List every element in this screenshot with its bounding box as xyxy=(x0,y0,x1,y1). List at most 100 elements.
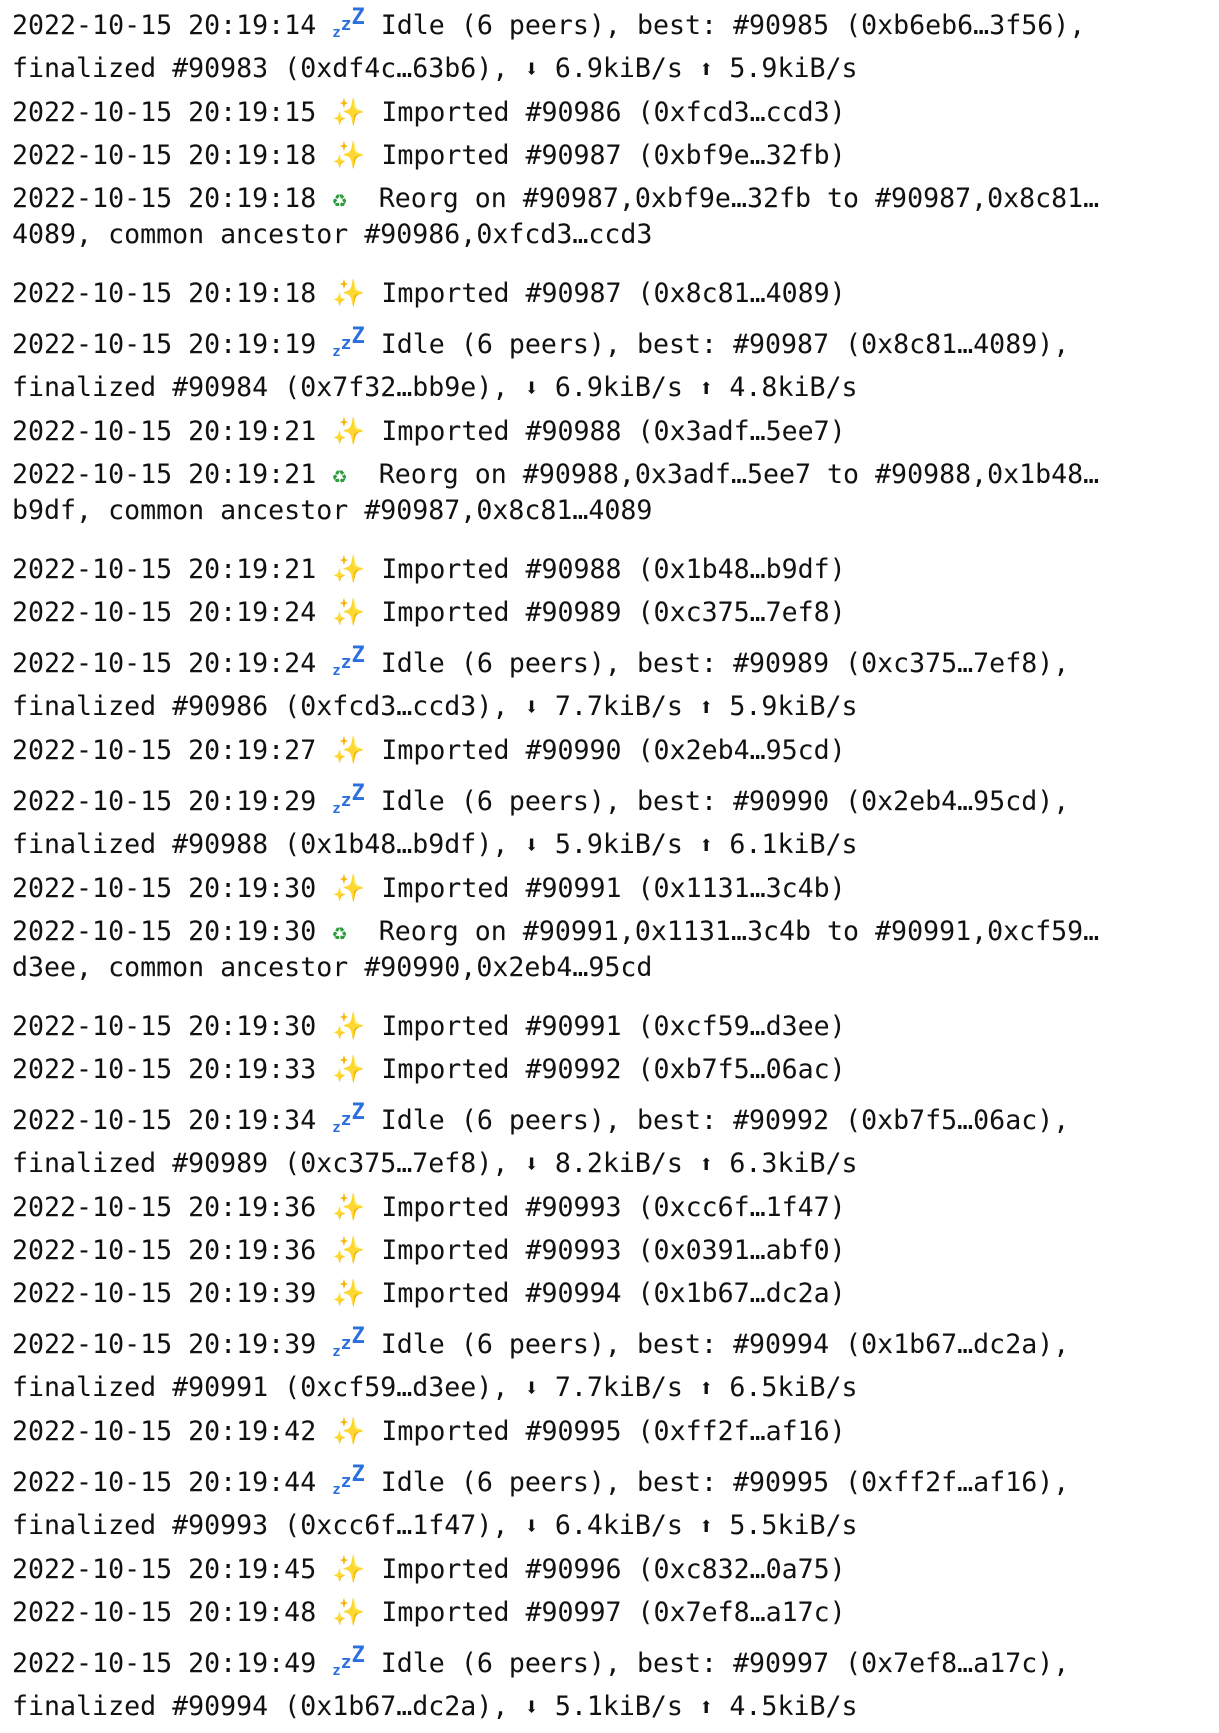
log-message: Reorg on #90991,0x1131…3c4b to #90991,0x… xyxy=(346,916,1100,947)
log-message: Imported #90991 (0x1131…3c4b) xyxy=(365,873,846,904)
log-entry: 2022-10-15 20:19:14 zzZ Idle (6 peers), … xyxy=(12,0,1212,95)
log-message: Imported #90996 (0xc832…0a75) xyxy=(365,1554,846,1585)
log-message-continued: 4089, common ancestor #90986,0xfcd3…ccd3 xyxy=(12,219,653,250)
log-entry: 2022-10-15 20:19:30 ✨ Imported #90991 (0… xyxy=(12,1009,1212,1052)
log-timestamp: 2022-10-15 20:19:39 xyxy=(12,1329,317,1360)
download-rate: 5.9kiB/s xyxy=(554,829,683,860)
up-arrow-icon: ⬆ xyxy=(698,831,714,859)
log-message-continued: finalized #90989 (0xc375…7ef8), xyxy=(12,1148,525,1179)
log-message-continued: finalized #90993 (0xcc6f…1f47), xyxy=(12,1510,525,1541)
upload-rate: 6.5kiB/s xyxy=(729,1372,858,1403)
log-timestamp: 2022-10-15 20:19:36 xyxy=(12,1192,317,1223)
download-rate: 7.7kiB/s xyxy=(554,691,683,722)
log-timestamp: 2022-10-15 20:19:30 xyxy=(12,916,317,947)
sleeping-zzz-icon: zzZ xyxy=(332,1100,365,1136)
download-rate: 7.7kiB/s xyxy=(554,1372,683,1403)
down-arrow-icon: ⬇ xyxy=(524,831,539,859)
log-message: Idle (6 peers), best: #90997 (0x7ef8…a17… xyxy=(364,1648,1070,1679)
log-message: Idle (6 peers), best: #90995 (0xff2f…af1… xyxy=(364,1467,1070,1498)
log-message: Imported #90987 (0xbf9e…32fb) xyxy=(365,140,846,171)
download-rate: 8.2kiB/s xyxy=(554,1148,683,1179)
sparkles-icon: ✨ xyxy=(332,873,366,904)
log-message: Imported #90988 (0x1b48…b9df) xyxy=(365,554,846,585)
log-timestamp: 2022-10-15 20:19:49 xyxy=(12,1648,317,1679)
log-message: Imported #90994 (0x1b67…dc2a) xyxy=(365,1278,846,1309)
down-arrow-icon: ⬇ xyxy=(524,1150,539,1178)
log-message: Idle (6 peers), best: #90985 (0xb6eb6…3f… xyxy=(364,10,1086,41)
down-arrow-icon: ⬇ xyxy=(524,1693,539,1721)
log-message: Idle (6 peers), best: #90990 (0x2eb4…95c… xyxy=(364,786,1070,817)
up-arrow-icon: ⬆ xyxy=(698,374,714,402)
log-timestamp: 2022-10-15 20:19:48 xyxy=(12,1597,317,1628)
upload-rate: 6.1kiB/s xyxy=(729,829,858,860)
download-rate: 6.9kiB/s xyxy=(554,53,683,84)
down-arrow-icon: ⬇ xyxy=(524,55,539,83)
log-message: Idle (6 peers), best: #90992 (0xb7f5…06a… xyxy=(364,1105,1070,1136)
log-entry: 2022-10-15 20:19:44 zzZ Idle (6 peers), … xyxy=(12,1457,1212,1552)
log-entry: 2022-10-15 20:19:21 ✨ Imported #90988 (0… xyxy=(12,414,1212,457)
log-message: Idle (6 peers), best: #90994 (0x1b67…dc2… xyxy=(364,1329,1070,1360)
log-message: Reorg on #90987,0xbf9e…32fb to #90987,0x… xyxy=(346,183,1100,214)
download-rate: 6.9kiB/s xyxy=(554,372,683,403)
sparkles-icon: ✨ xyxy=(332,1054,366,1085)
sleeping-zzz-icon: zzZ xyxy=(332,643,365,679)
log-message: Imported #90991 (0xcf59…d3ee) xyxy=(365,1011,846,1042)
log-timestamp: 2022-10-15 20:19:42 xyxy=(12,1416,317,1447)
sleeping-zzz-icon: zzZ xyxy=(332,781,365,817)
log-entry: 2022-10-15 20:19:18 ✨ Imported #90987 (0… xyxy=(12,138,1212,181)
up-arrow-icon: ⬆ xyxy=(698,1693,714,1721)
upload-rate: 6.3kiB/s xyxy=(729,1148,858,1179)
log-entry: 2022-10-15 20:19:48 ✨ Imported #90997 (0… xyxy=(12,1595,1212,1638)
sleeping-zzz-icon: zzZ xyxy=(332,5,365,41)
log-message: Idle (6 peers), best: #90987 (0x8c81…408… xyxy=(364,329,1070,360)
log-message-continued: finalized #90991 (0xcf59…d3ee), xyxy=(12,1372,525,1403)
upload-rate: 5.5kiB/s xyxy=(729,1510,858,1541)
log-message-continued: d3ee, common ancestor #90990,0x2eb4…95cd xyxy=(12,952,653,983)
upload-rate: 5.9kiB/s xyxy=(729,691,858,722)
log-message: Imported #90988 (0x3adf…5ee7) xyxy=(365,416,846,447)
up-arrow-icon: ⬆ xyxy=(698,693,714,721)
log-timestamp: 2022-10-15 20:19:14 xyxy=(12,10,317,41)
log-entry: 2022-10-15 20:19:39 zzZ Idle (6 peers), … xyxy=(12,1319,1212,1414)
sparkles-icon: ✨ xyxy=(332,735,366,766)
log-timestamp: 2022-10-15 20:19:18 xyxy=(12,278,317,309)
sleeping-zzz-icon: zzZ xyxy=(332,1643,365,1679)
log-timestamp: 2022-10-15 20:19:44 xyxy=(12,1467,317,1498)
log-message-continued: finalized #90986 (0xfcd3…ccd3), xyxy=(12,691,525,722)
log-message: Imported #90993 (0x0391…abf0) xyxy=(365,1235,846,1266)
recycle-icon: ♻ xyxy=(332,918,347,946)
sparkles-icon: ✨ xyxy=(332,140,366,171)
sparkles-icon: ✨ xyxy=(332,1416,366,1447)
log-message-continued: finalized #90983 (0xdf4c…63b6), xyxy=(12,53,525,84)
sparkles-icon: ✨ xyxy=(332,554,366,585)
log-message: Imported #90990 (0x2eb4…95cd) xyxy=(365,735,846,766)
log-timestamp: 2022-10-15 20:19:30 xyxy=(12,873,317,904)
down-arrow-icon: ⬇ xyxy=(524,1512,539,1540)
log-timestamp: 2022-10-15 20:19:36 xyxy=(12,1235,317,1266)
sparkles-icon: ✨ xyxy=(332,1011,366,1042)
log-message: Reorg on #90988,0x3adf…5ee7 to #90988,0x… xyxy=(346,459,1100,490)
log-entry: 2022-10-15 20:19:24 ✨ Imported #90989 (0… xyxy=(12,595,1212,638)
log-entry: 2022-10-15 20:19:19 zzZ Idle (6 peers), … xyxy=(12,319,1212,414)
log-timestamp: 2022-10-15 20:19:18 xyxy=(12,183,317,214)
log-entry: 2022-10-15 20:19:36 ✨ Imported #90993 (0… xyxy=(12,1190,1212,1233)
log-entry: 2022-10-15 20:19:34 zzZ Idle (6 peers), … xyxy=(12,1095,1212,1190)
sleeping-zzz-icon: zzZ xyxy=(332,1462,365,1498)
up-arrow-icon: ⬆ xyxy=(698,1374,714,1402)
sparkles-icon: ✨ xyxy=(332,597,366,628)
log-message: Imported #90986 (0xfcd3…ccd3) xyxy=(365,97,846,128)
up-arrow-icon: ⬆ xyxy=(698,1512,714,1540)
sparkles-icon: ✨ xyxy=(332,1278,366,1309)
recycle-icon: ♻ xyxy=(332,461,347,489)
log-timestamp: 2022-10-15 20:19:21 xyxy=(12,459,317,490)
log-message: Imported #90997 (0x7ef8…a17c) xyxy=(365,1597,846,1628)
log-timestamp: 2022-10-15 20:19:29 xyxy=(12,786,317,817)
down-arrow-icon: ⬇ xyxy=(524,1374,539,1402)
down-arrow-icon: ⬇ xyxy=(524,374,539,402)
download-rate: 6.4kiB/s xyxy=(554,1510,683,1541)
log-timestamp: 2022-10-15 20:19:24 xyxy=(12,648,317,679)
log-timestamp: 2022-10-15 20:19:39 xyxy=(12,1278,317,1309)
sparkles-icon: ✨ xyxy=(332,416,366,447)
log-entry: 2022-10-15 20:19:15 ✨ Imported #90986 (0… xyxy=(12,95,1212,138)
log-message: Imported #90989 (0xc375…7ef8) xyxy=(365,597,846,628)
